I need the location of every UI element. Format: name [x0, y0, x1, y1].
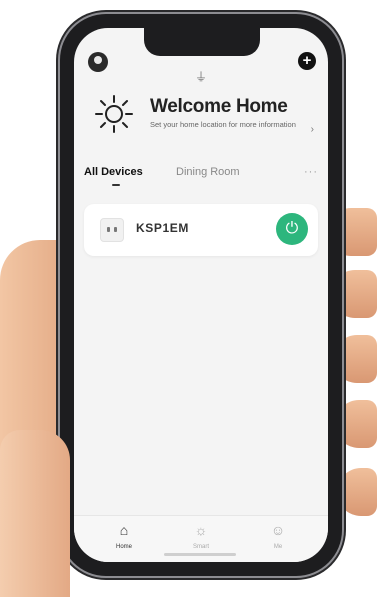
home-indicator — [164, 553, 236, 556]
sun-icon — [95, 95, 133, 133]
power-button[interactable]: ⏻ — [276, 213, 308, 245]
hand-thumb — [0, 430, 70, 597]
nav-label-home: Home — [115, 544, 132, 550]
tab-all-devices[interactable]: All Devices — [84, 166, 143, 178]
smart-icon: ☼ — [194, 522, 208, 538]
more-tabs-icon[interactable]: ··· — [304, 166, 318, 178]
outlet-icon — [100, 218, 124, 242]
phone-screen: + ⏚ Welcome Home Set your home location … — [74, 28, 328, 562]
phone-frame: + ⏚ Welcome Home Set your home location … — [60, 14, 342, 576]
device-name: KSP1EM — [136, 221, 189, 235]
bottom-nav: ⌂ Home ☼ Smart ☺ Me — [74, 515, 328, 562]
welcome-banner[interactable]: Welcome Home Set your home location for … — [94, 94, 314, 146]
profile-icon: ☺ — [270, 522, 286, 538]
notch — [144, 28, 260, 56]
active-tab-indicator — [112, 184, 120, 186]
plus-circle-icon[interactable]: + — [298, 52, 316, 70]
home-icon: ⌂ — [119, 522, 129, 538]
mic-icon[interactable]: ⏚ — [194, 68, 208, 84]
tab-dining-room[interactable]: Dining Room — [176, 166, 240, 178]
nav-label-smart: Smart — [192, 544, 209, 550]
nav-home[interactable]: ⌂ Home — [104, 522, 144, 550]
hand-finger — [337, 468, 377, 516]
welcome-title: Welcome Home — [150, 96, 288, 117]
user-icon[interactable] — [88, 52, 108, 72]
nav-me[interactable]: ☺ Me — [258, 522, 298, 550]
chevron-right-icon[interactable]: › — [311, 124, 314, 135]
welcome-subtitle: Set your home location for more informat… — [150, 120, 296, 129]
room-tabs: All Devices Dining Room ··· — [84, 166, 318, 186]
nav-smart[interactable]: ☼ Smart — [181, 522, 221, 550]
nav-label-me: Me — [273, 544, 283, 550]
device-card[interactable]: KSP1EM ⏻ — [84, 204, 318, 256]
